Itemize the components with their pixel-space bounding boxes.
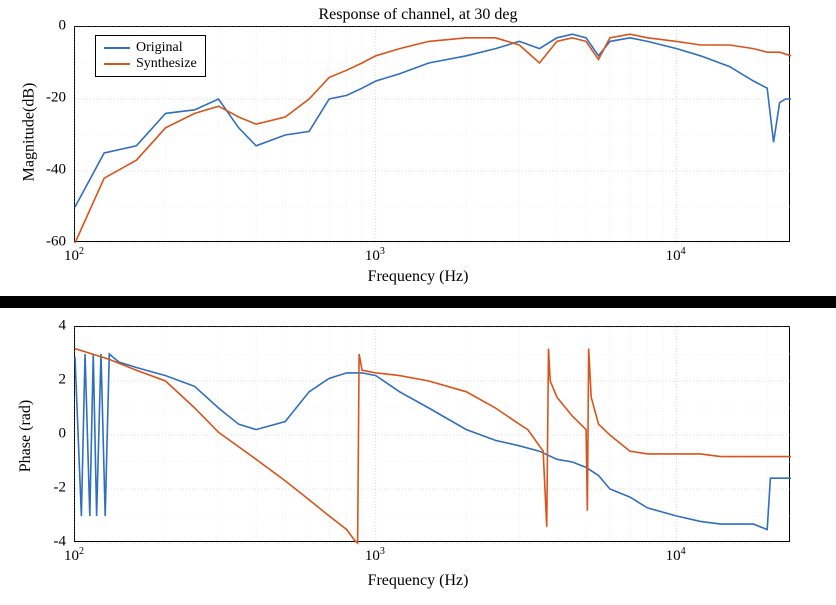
bottom-plot-area: [74, 326, 790, 542]
y-tick-label: -60: [38, 234, 66, 251]
x-tick-label: 102: [64, 246, 84, 265]
x-tick-label: 103: [365, 246, 385, 265]
bottom-grid: [75, 327, 791, 543]
top-plot-area: Original Synthesize: [74, 26, 790, 242]
y-tick-label: 2: [38, 372, 66, 389]
x-tick-label: 103: [365, 546, 385, 565]
y-tick-label: -4: [38, 534, 66, 551]
bottom-xlabel: Frequency (Hz): [368, 572, 469, 590]
top-xlabel: Frequency (Hz): [368, 268, 469, 286]
top-chart: Response of channel, at 30 deg Magnitude…: [0, 0, 836, 296]
legend-label-original: Original: [136, 40, 183, 56]
legend-item-synthesize: Synthesize: [104, 56, 197, 72]
legend: Original Synthesize: [95, 35, 206, 77]
bottom-ylabel: Phase (rad): [17, 400, 35, 472]
legend-item-original: Original: [104, 40, 197, 56]
legend-label-synthesize: Synthesize: [136, 56, 197, 72]
y-tick-label: -40: [38, 162, 66, 179]
top-title: Response of channel, at 30 deg: [318, 6, 517, 24]
y-tick-label: 0: [38, 426, 66, 443]
top-ylabel: Magnitude(dB): [20, 83, 38, 182]
y-tick-label: 0: [38, 18, 66, 35]
bottom-lines: [75, 327, 791, 543]
y-tick-label: 4: [38, 318, 66, 335]
legend-swatch-original: [104, 47, 130, 49]
y-tick-label: -20: [38, 90, 66, 107]
bottom-chart: Phase (rad) Frequency (Hz) -4 -2 0 2 4 102 10…: [0, 308, 836, 605]
x-tick-label: 104: [666, 246, 686, 265]
y-tick-label: -2: [38, 480, 66, 497]
x-tick-label: 102: [64, 546, 84, 565]
x-tick-label: 104: [666, 546, 686, 565]
legend-swatch-synthesize: [104, 63, 130, 65]
